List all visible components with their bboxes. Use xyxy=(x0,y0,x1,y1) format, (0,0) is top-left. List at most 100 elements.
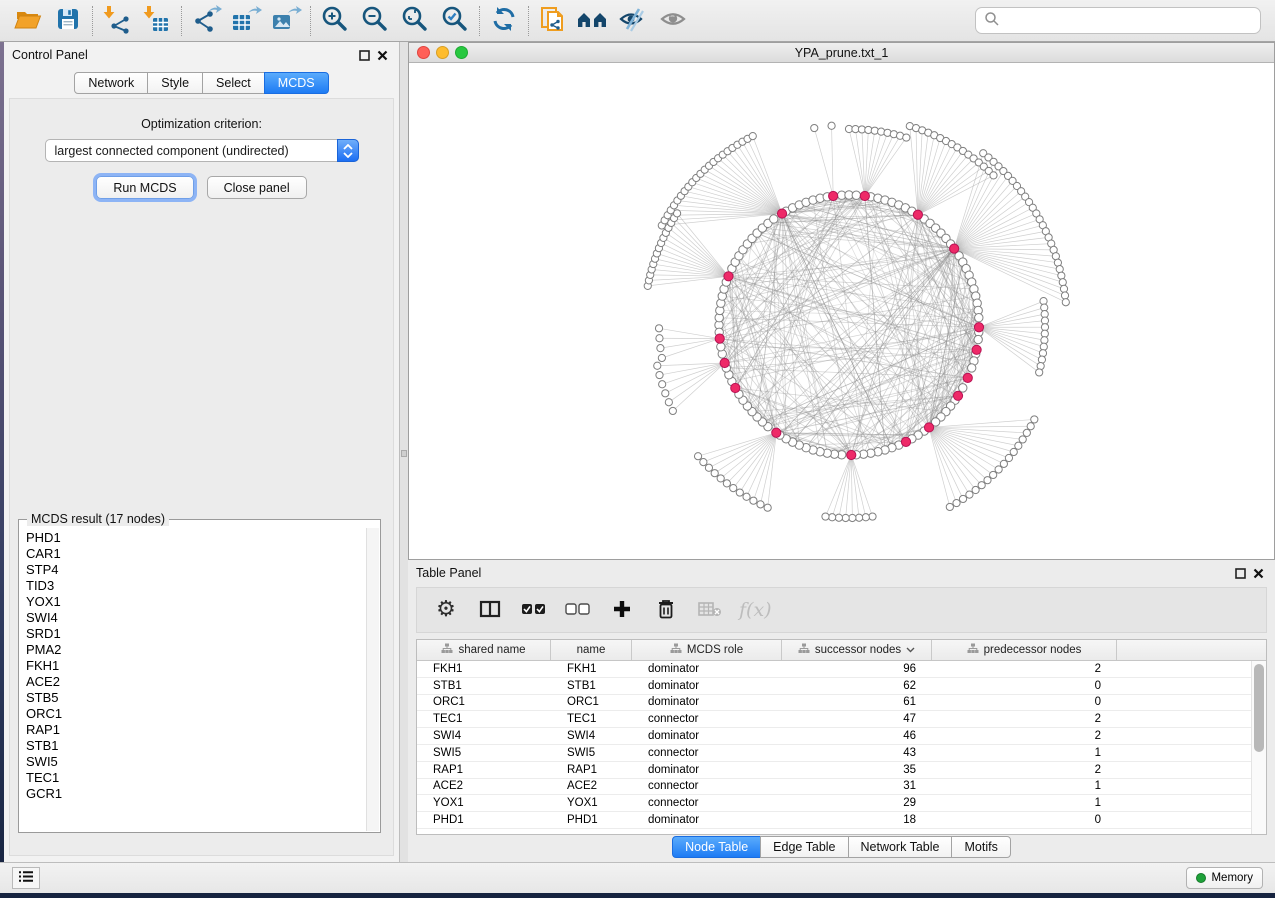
network-canvas[interactable] xyxy=(409,63,1274,559)
deselect-all-rows-button[interactable] xyxy=(563,593,593,627)
sort-chevron-icon xyxy=(906,644,915,656)
mcds-result-item[interactable]: STP4 xyxy=(26,562,366,578)
show-all-button[interactable] xyxy=(653,3,693,39)
delete-column-button[interactable] xyxy=(651,593,681,627)
float-panel-icon[interactable] xyxy=(1231,564,1249,582)
table-row[interactable]: STB1STB1dominator620 xyxy=(417,678,1266,695)
control-panel: Control Panel NetworkStyleSelectMCDS Opt… xyxy=(4,42,400,862)
table-cell: PHD1 xyxy=(551,812,632,828)
function-builder-button[interactable]: f(x) xyxy=(739,593,772,627)
mcds-result-item[interactable]: SWI4 xyxy=(26,610,366,626)
splitter-grip[interactable] xyxy=(401,450,407,457)
table-row[interactable]: SWI4SWI4dominator462 xyxy=(417,728,1266,745)
close-panel-button[interactable]: Close panel xyxy=(207,176,307,199)
control-panel-titlebar: Control Panel xyxy=(4,42,399,68)
tab-network[interactable]: Network xyxy=(74,72,148,94)
mcds-result-item[interactable]: YOX1 xyxy=(26,594,366,610)
mcds-result-item[interactable]: RAP1 xyxy=(26,722,366,738)
close-panel-icon[interactable] xyxy=(1249,564,1267,582)
table-row[interactable]: SWI5SWI5connector431 xyxy=(417,745,1266,762)
open-session-button[interactable] xyxy=(8,3,48,39)
window-minimize-icon[interactable] xyxy=(436,46,449,59)
import-network-icon xyxy=(102,4,132,37)
mcds-result-list[interactable]: PHD1CAR1STP4TID3YOX1SWI4SRD1PMA2FKH1ACE2… xyxy=(20,528,366,831)
column-header-MCDS-role[interactable]: MCDS role xyxy=(632,640,782,660)
column-header-shared-name[interactable]: shared name xyxy=(417,640,551,660)
zoom-out-button[interactable] xyxy=(355,3,395,39)
delete-table-button[interactable] xyxy=(695,593,725,627)
table-settings-button[interactable]: ⚙ xyxy=(431,593,461,627)
export-table-button[interactable] xyxy=(226,3,266,39)
panel-splitter[interactable] xyxy=(400,42,408,862)
table-scrollbar-thumb[interactable] xyxy=(1254,664,1264,752)
table-row[interactable]: RAP1RAP1dominator352 xyxy=(417,762,1266,779)
tab-mcds[interactable]: MCDS xyxy=(264,72,329,94)
hide-selected-button[interactable] xyxy=(613,3,653,39)
memory-button[interactable]: Memory xyxy=(1186,867,1263,889)
mcds-result-item[interactable]: GCR1 xyxy=(26,786,366,802)
tab-node-table[interactable]: Node Table xyxy=(672,836,761,858)
mcds-result-item[interactable]: FKH1 xyxy=(26,658,366,674)
window-traffic-lights xyxy=(417,46,468,59)
table-row[interactable]: FKH1FKH1dominator962 xyxy=(417,661,1266,678)
main-toolbar xyxy=(0,0,1275,42)
column-header-predecessor-nodes[interactable]: predecessor nodes xyxy=(932,640,1117,660)
export-image-button[interactable] xyxy=(266,3,306,39)
new-network-from-selection-button[interactable] xyxy=(533,3,573,39)
column-chooser-button[interactable] xyxy=(475,593,505,627)
table-cell: dominator xyxy=(632,695,782,711)
table-cell: dominator xyxy=(632,812,782,828)
table-row[interactable]: ACE2ACE2connector311 xyxy=(417,779,1266,796)
mcds-list-scrollbar[interactable] xyxy=(366,528,379,831)
table-row[interactable]: TEC1TEC1connector472 xyxy=(417,711,1266,728)
tab-edge-table[interactable]: Edge Table xyxy=(760,836,848,858)
table-row[interactable]: ORC1ORC1dominator610 xyxy=(417,695,1266,712)
import-network-button[interactable] xyxy=(97,3,137,39)
mcds-result-item[interactable]: CAR1 xyxy=(26,546,366,562)
float-panel-icon[interactable] xyxy=(355,46,373,64)
mcds-result-item[interactable]: ORC1 xyxy=(26,706,366,722)
mcds-result-item[interactable]: PMA2 xyxy=(26,642,366,658)
zoom-in-button[interactable] xyxy=(315,3,355,39)
task-history-button[interactable] xyxy=(12,867,40,889)
column-header-successor-nodes[interactable]: successor nodes xyxy=(782,640,932,660)
table-cell: connector xyxy=(632,745,782,761)
save-session-button[interactable] xyxy=(48,3,88,39)
refresh-icon xyxy=(489,4,519,37)
search-input[interactable] xyxy=(1000,14,1260,28)
zoom-fit-button[interactable] xyxy=(395,3,435,39)
window-close-icon[interactable] xyxy=(417,46,430,59)
table-cell: ACE2 xyxy=(551,779,632,795)
table-row[interactable]: PHD1PHD1dominator180 xyxy=(417,812,1266,829)
mcds-result-item[interactable]: TID3 xyxy=(26,578,366,594)
tab-style[interactable]: Style xyxy=(147,72,203,94)
mcds-result-item[interactable]: SRD1 xyxy=(26,626,366,642)
tab-select[interactable]: Select xyxy=(202,72,265,94)
tab-network-table[interactable]: Network Table xyxy=(848,836,953,858)
window-maximize-icon[interactable] xyxy=(455,46,468,59)
mcds-result-item[interactable]: STB1 xyxy=(26,738,366,754)
zoom-selected-button[interactable] xyxy=(435,3,475,39)
import-table-button[interactable] xyxy=(137,3,177,39)
optimization-criterion-select[interactable]: largest connected component (undirected) xyxy=(45,139,359,162)
refresh-layout-button[interactable] xyxy=(484,3,524,39)
network-window-titlebar[interactable]: YPA_prune.txt_1 xyxy=(409,43,1274,63)
mcds-result-item[interactable]: ACE2 xyxy=(26,674,366,690)
close-panel-icon[interactable] xyxy=(373,46,391,64)
column-header-name[interactable]: name xyxy=(551,640,632,660)
mcds-result-item[interactable]: TEC1 xyxy=(26,770,366,786)
copy-network-icon xyxy=(538,4,568,37)
search-box[interactable] xyxy=(975,7,1261,34)
table-scrollbar[interactable] xyxy=(1251,661,1266,834)
tab-motifs[interactable]: Motifs xyxy=(951,836,1010,858)
search-icon xyxy=(984,11,1000,30)
mcds-result-item[interactable]: PHD1 xyxy=(26,530,366,546)
table-row[interactable]: YOX1YOX1connector291 xyxy=(417,795,1266,812)
select-all-rows-button[interactable] xyxy=(519,593,549,627)
mcds-result-item[interactable]: STB5 xyxy=(26,690,366,706)
run-mcds-button[interactable]: Run MCDS xyxy=(96,176,193,199)
first-neighbors-button[interactable] xyxy=(573,3,613,39)
mcds-result-item[interactable]: SWI5 xyxy=(26,754,366,770)
export-network-button[interactable] xyxy=(186,3,226,39)
add-column-button[interactable] xyxy=(607,593,637,627)
